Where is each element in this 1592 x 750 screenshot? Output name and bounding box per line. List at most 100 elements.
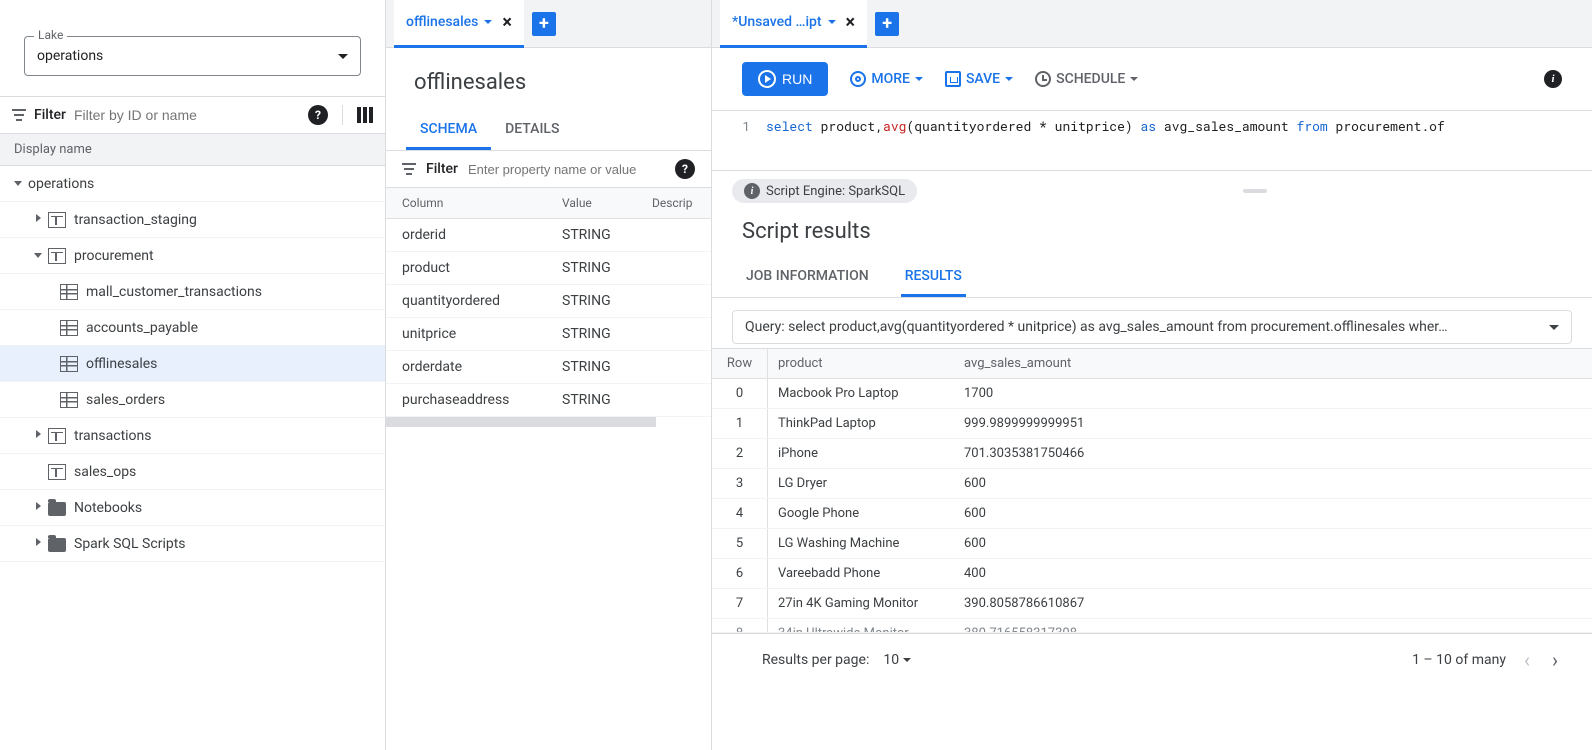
table-row[interactable]: 5LG Washing Machine600: [712, 529, 1592, 559]
caret-down-icon: [338, 54, 348, 59]
tree-node-transactions[interactable]: transactions: [0, 418, 385, 454]
tree-node-sales-orders[interactable]: sales_orders: [0, 382, 385, 418]
cell-amount: 600: [954, 529, 1592, 558]
cell-amount: 380.716558317308: [954, 619, 1592, 633]
tree-node-spark-scripts[interactable]: Spark SQL Scripts: [0, 526, 385, 562]
tree-node-procurement[interactable]: procurement: [0, 238, 385, 274]
tab-results[interactable]: RESULTS: [901, 258, 966, 297]
info-icon[interactable]: i: [1544, 70, 1562, 88]
table-row[interactable]: 0Macbook Pro Laptop1700: [712, 379, 1592, 409]
table-icon: [60, 284, 78, 300]
schema-row[interactable]: productSTRING: [386, 252, 711, 285]
save-button[interactable]: SAVE: [945, 71, 1013, 87]
query-selector[interactable]: Query: select product,avg(quantityordere…: [732, 310, 1572, 344]
caret-down-icon: [903, 658, 911, 662]
tree-node-notebooks[interactable]: Notebooks: [0, 490, 385, 526]
page-range: 1 – 10 of many: [1412, 652, 1506, 668]
lake-label: Lake: [34, 28, 67, 42]
zone-icon: [48, 212, 66, 228]
entity-title: offlinesales: [386, 48, 711, 111]
tree-node-operations[interactable]: operations: [0, 166, 385, 202]
schema-col-name: product: [402, 260, 562, 276]
close-icon[interactable]: ×: [846, 12, 856, 33]
cell-rownum: 8: [712, 619, 768, 633]
folder-icon: [48, 502, 66, 516]
schema-row[interactable]: purchaseaddressSTRING: [386, 384, 711, 417]
help-icon[interactable]: ?: [675, 159, 695, 179]
entity-subtabs: SCHEMA DETAILS: [386, 111, 711, 151]
cell-amount: 999.9899999999951: [954, 409, 1592, 438]
schema-col-type: STRING: [562, 227, 652, 243]
tab-job-information[interactable]: JOB INFORMATION: [742, 258, 873, 297]
run-button[interactable]: RUN: [742, 62, 828, 96]
col-header-description: Descrip: [652, 196, 692, 210]
code-editor[interactable]: 1 select product,avg(quantityordered * u…: [712, 111, 1592, 171]
lake-value: operations: [37, 48, 103, 64]
cell-amount: 600: [954, 469, 1592, 498]
lake-selector[interactable]: Lake operations: [24, 36, 361, 76]
schema-col-name: quantityordered: [402, 293, 562, 309]
schedule-button[interactable]: SCHEDULE: [1035, 71, 1138, 87]
script-toolbar: RUN MORE SAVE SCHEDULE i: [712, 48, 1592, 111]
caret-down-icon: [915, 77, 923, 81]
gear-icon: [850, 71, 866, 87]
engine-chip: i Script Engine: SparkSQL: [732, 179, 917, 203]
table-row[interactable]: 3LG Dryer600: [712, 469, 1592, 499]
results-table: Row product avg_sales_amount 0Macbook Pr…: [712, 348, 1592, 633]
table-row[interactable]: 727in 4K Gaming Monitor390.8058786610867: [712, 589, 1592, 619]
schema-col-type: STRING: [562, 392, 652, 408]
prev-page-button[interactable]: ‹: [1520, 648, 1534, 672]
table-row[interactable]: 834in Ultrawide Monitor380.716558317308: [712, 619, 1592, 633]
tree-node-mall-customer-transactions[interactable]: mall_customer_transactions: [0, 274, 385, 310]
filter-icon: [402, 163, 416, 175]
schema-row[interactable]: quantityorderedSTRING: [386, 285, 711, 318]
add-tab-button[interactable]: +: [875, 12, 899, 36]
columns-icon[interactable]: [357, 107, 373, 123]
schema-filter-input[interactable]: [468, 162, 665, 177]
more-button[interactable]: MORE: [850, 71, 923, 87]
filter-label: Filter: [34, 107, 66, 123]
tree-header: Display name: [0, 133, 385, 166]
tree-node-transaction-staging[interactable]: transaction_staging: [0, 202, 385, 238]
zone-icon: [48, 464, 66, 480]
cell-product: Vareebadd Phone: [768, 559, 954, 588]
cell-product: LG Washing Machine: [768, 529, 954, 558]
table-row[interactable]: 4Google Phone600: [712, 499, 1592, 529]
next-page-button[interactable]: ›: [1548, 648, 1562, 672]
tree-node-offlinesales[interactable]: offlinesales: [0, 346, 385, 382]
schema-row[interactable]: unitpriceSTRING: [386, 318, 711, 351]
query-text: Query: select product,avg(quantityordere…: [745, 319, 1549, 335]
table-row[interactable]: 2iPhone701.3035381750466: [712, 439, 1592, 469]
table-row[interactable]: 1ThinkPad Laptop999.9899999999951: [712, 409, 1592, 439]
tab-unsaved-script[interactable]: *Unsaved …ipt ×: [720, 0, 867, 48]
zone-icon: [48, 248, 66, 264]
schema-row[interactable]: orderidSTRING: [386, 219, 711, 252]
cell-product: iPhone: [768, 439, 954, 468]
table-icon: [60, 320, 78, 336]
close-icon[interactable]: ×: [502, 12, 512, 33]
resize-handle[interactable]: [1243, 189, 1267, 193]
expand-icon: [36, 538, 41, 546]
tab-offlinesales[interactable]: offlinesales ×: [394, 0, 524, 48]
schema-row[interactable]: orderdateSTRING: [386, 351, 711, 384]
play-icon: [758, 70, 776, 88]
tree-node-sales-ops[interactable]: sales_ops: [0, 454, 385, 490]
add-tab-button[interactable]: +: [532, 12, 556, 36]
col-header-amount: avg_sales_amount: [954, 349, 1592, 378]
subtab-schema[interactable]: SCHEMA: [406, 111, 491, 150]
schema-col-name: purchaseaddress: [402, 392, 562, 408]
col-header-value: Value: [562, 196, 652, 210]
cell-amount: 1700: [954, 379, 1592, 408]
per-page-selector[interactable]: 10: [883, 652, 911, 668]
help-icon[interactable]: ?: [308, 105, 328, 125]
cell-product: Google Phone: [768, 499, 954, 528]
cell-rownum: 5: [712, 529, 768, 558]
cell-amount: 701.3035381750466: [954, 439, 1592, 468]
table-row[interactable]: 6Vareebadd Phone400: [712, 559, 1592, 589]
schema-col-name: orderdate: [402, 359, 562, 375]
tree-node-accounts-payable[interactable]: accounts_payable: [0, 310, 385, 346]
subtab-details[interactable]: DETAILS: [491, 111, 573, 150]
explorer-filter-input[interactable]: [74, 107, 300, 123]
horizontal-scrollbar[interactable]: [386, 417, 656, 427]
cell-rownum: 1: [712, 409, 768, 438]
